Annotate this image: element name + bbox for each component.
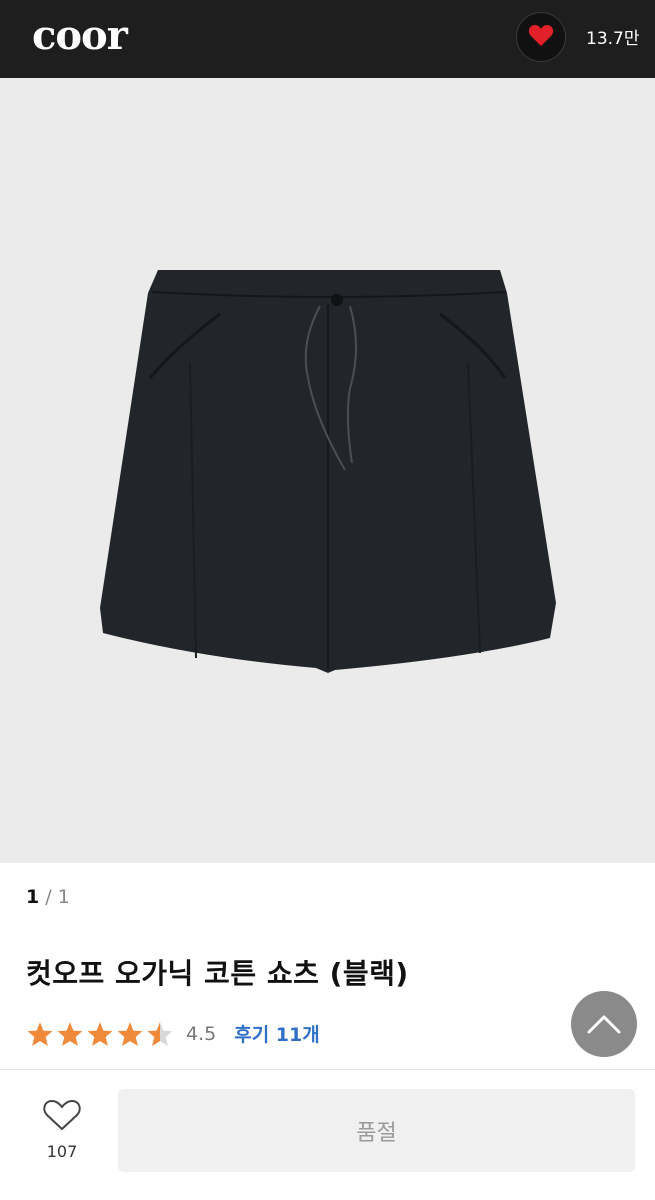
brand-logo[interactable]: coor [32,12,128,59]
heart-outline-icon [43,1099,81,1131]
shorts-image [100,270,556,673]
pager-total: 1 [57,886,70,908]
star-icon [87,1021,113,1046]
divider [0,1069,655,1070]
reviews-link[interactable]: 후기 11개 [234,1020,320,1047]
sold-out-button[interactable]: 품절 [118,1089,635,1172]
rating-score: 4.5 [186,1022,217,1045]
pager-separator: / [39,886,58,908]
image-pager: 1 / 1 [26,886,70,908]
chevron-up-icon [587,1015,621,1034]
top-header: coor 13.7만 [0,0,655,78]
rating-stars [26,1021,174,1047]
pager-current: 1 [26,886,40,908]
product-title: 컷오프 오가닉 코튼 쇼츠 (블랙) [26,957,409,990]
scroll-to-top-button[interactable] [571,991,637,1057]
wish-count: 107 [46,1142,78,1161]
half-star-icon [147,1021,173,1046]
wishlist-button[interactable]: 107 [30,1098,94,1161]
rating-row: 4.5 후기 11개 [26,1020,320,1047]
star-icon [27,1021,53,1046]
product-image[interactable] [0,78,655,863]
star-icon [57,1021,83,1046]
header-like-button[interactable] [516,12,566,62]
like-count: 13.7만 [586,29,640,49]
heart-icon [528,23,554,51]
star-icon [117,1021,143,1046]
